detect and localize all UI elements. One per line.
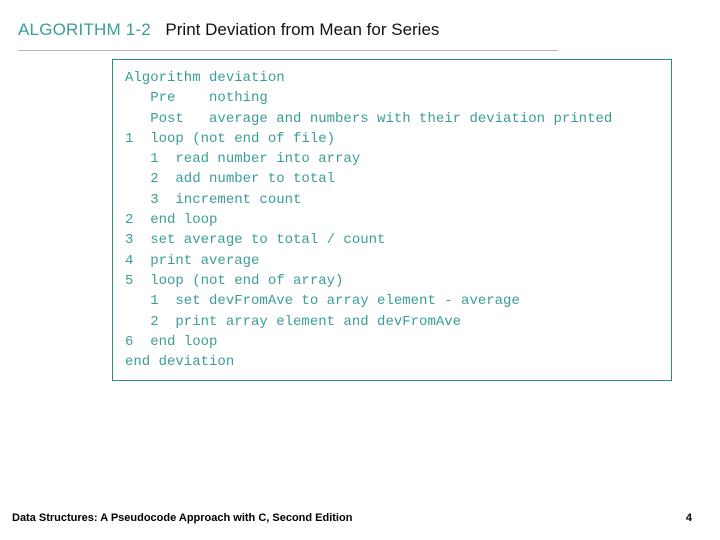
code-line: Algorithm deviation	[125, 68, 661, 88]
algorithm-title: Print Deviation from Mean for Series	[165, 20, 439, 40]
footer-page-number: 4	[686, 512, 692, 524]
algorithm-header: ALGORITHM 1-2 Print Deviation from Mean …	[0, 0, 720, 46]
code-line: 3 increment count	[125, 190, 661, 210]
code-line: 2 add number to total	[125, 169, 661, 189]
code-line: 1 set devFromAve to array element - aver…	[125, 291, 661, 311]
code-line: 4 print average	[125, 251, 661, 271]
slide-footer: Data Structures: A Pseudocode Approach w…	[0, 512, 720, 524]
code-line: 2 print array element and devFromAve	[125, 312, 661, 332]
header-rule	[18, 50, 558, 51]
footer-book-title: Data Structures: A Pseudocode Approach w…	[12, 512, 352, 524]
code-line: 3 set average to total / count	[125, 230, 661, 250]
code-line: 2 end loop	[125, 210, 661, 230]
code-line: end deviation	[125, 352, 661, 372]
code-line: 6 end loop	[125, 332, 661, 352]
code-line: Post average and numbers with their devi…	[125, 109, 661, 129]
code-line: 5 loop (not end of array)	[125, 271, 661, 291]
code-line: 1 loop (not end of file)	[125, 129, 661, 149]
algorithm-label: ALGORITHM 1-2	[18, 20, 151, 40]
code-line: 1 read number into array	[125, 149, 661, 169]
code-line: Pre nothing	[125, 88, 661, 108]
pseudocode-box: Algorithm deviation Pre nothing Post ave…	[112, 59, 672, 381]
